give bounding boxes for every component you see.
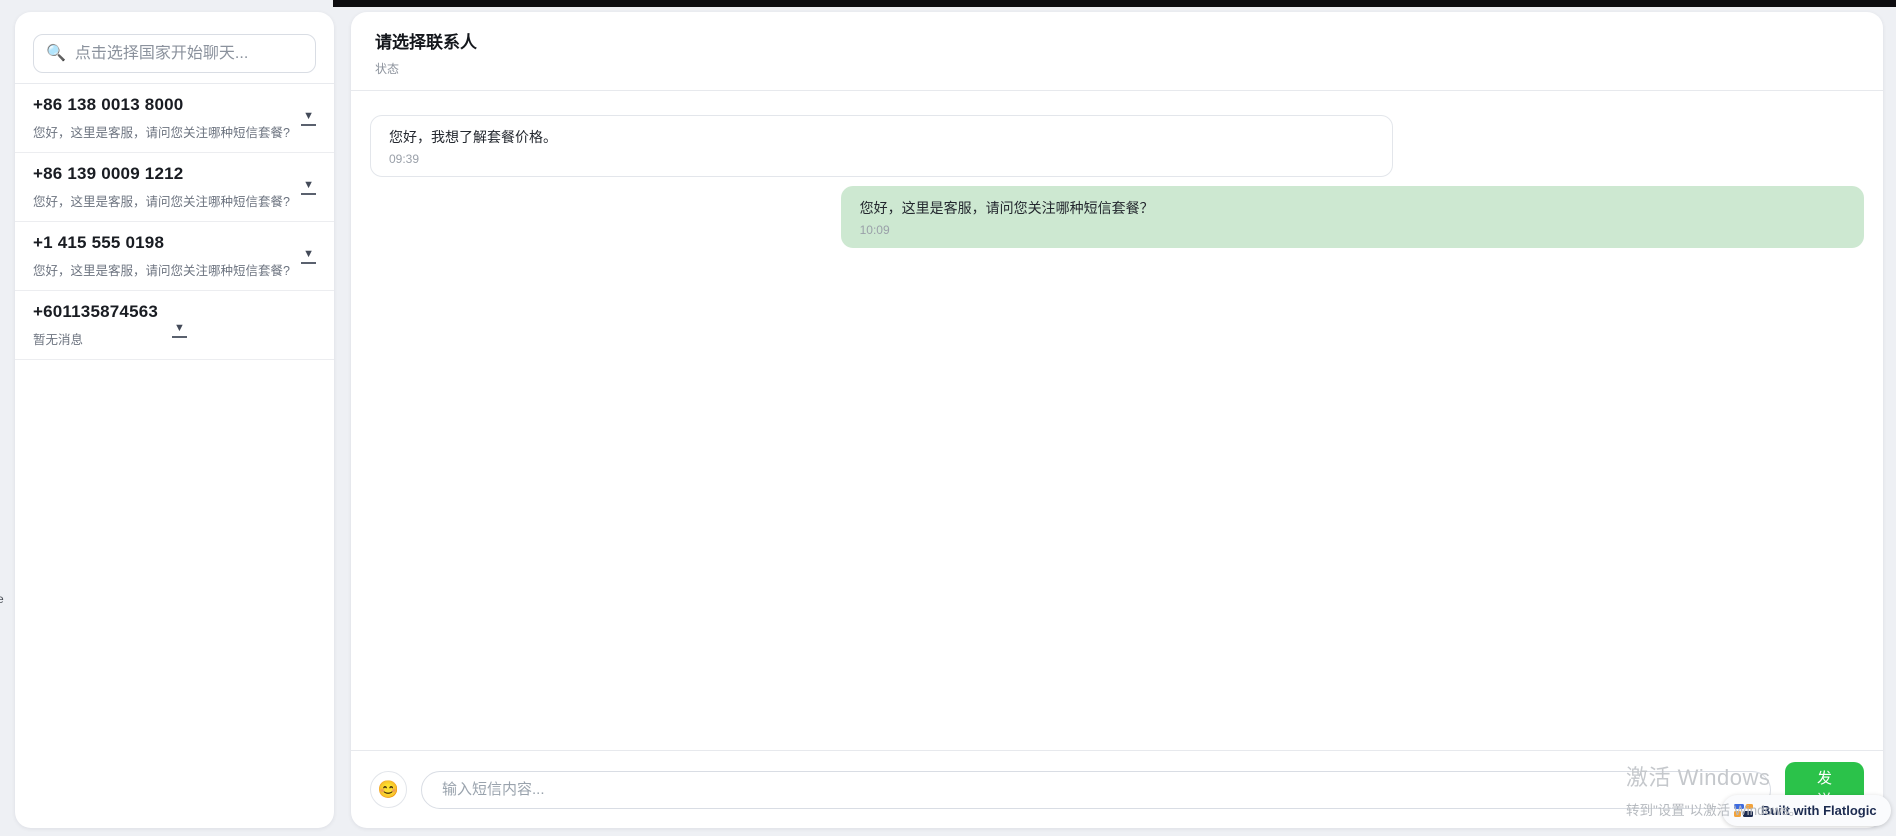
contact-row[interactable]: +86 138 0013 8000 您好，这里是客服，请问您关注哪种短信套餐? … [15,84,334,153]
contact-list: +86 138 0013 8000 您好，这里是客服，请问您关注哪种短信套餐? … [15,84,334,360]
chat-header: 请选择联系人 状态 [351,12,1883,91]
chat-title: 请选择联系人 [375,28,1859,53]
message-bubble: 您好，这里是客服，请问您关注哪种短信套餐？ 10:09 [841,186,1864,248]
contact-dropdown-icon[interactable]: ▼ [301,111,316,126]
contact-dropdown-icon[interactable]: ▼ [301,180,316,195]
smiley-icon: 😊 [378,780,399,800]
contact-dropdown-icon[interactable]: ▼ [301,249,316,264]
contact-info: +1 415 555 0198 您好，这里是客服，请问您关注哪种短信套餐? [33,233,290,279]
sms-message-input[interactable] [421,771,1771,809]
message-time: 10:09 [860,223,1845,237]
badge-label: Built with Flatlogic [1761,803,1877,818]
emoji-button[interactable]: 😊 [370,771,407,808]
contact-row[interactable]: +601135874563 暂无消息 ▼ [15,291,334,360]
contact-info: +601135874563 暂无消息 [33,302,158,348]
top-edge-strip [333,0,1896,7]
contact-info: +86 138 0013 8000 您好，这里是客服，请问您关注哪种短信套餐? [33,95,290,141]
message-text: 您好，我想了解套餐价格。 [389,127,1374,148]
contact-last-message: 暂无消息 [33,329,158,348]
contact-phone-number: +1 415 555 0198 [33,233,290,253]
edge-artifact-glyph: e [0,592,4,606]
message-time: 09:39 [389,152,1374,166]
message-list: 您好，我想了解套餐价格。 09:39 您好，这里是客服，请问您关注哪种短信套餐？… [351,91,1883,750]
message-composer: 😊 发送 [351,750,1883,828]
message-text: 您好，这里是客服，请问您关注哪种短信套餐？ [860,198,1845,219]
message-bubble: 您好，我想了解套餐价格。 09:39 [370,115,1393,177]
contact-last-message: 您好，这里是客服，请问您关注哪种短信套餐? [33,122,290,141]
contact-row[interactable]: +86 139 0009 1212 您好，这里是客服，请问您关注哪种短信套餐? … [15,153,334,222]
contact-phone-number: +601135874563 [33,302,158,322]
contact-row[interactable]: +1 415 555 0198 您好，这里是客服，请问您关注哪种短信套餐? ▼ [15,222,334,291]
contact-info: +86 139 0009 1212 您好，这里是客服，请问您关注哪种短信套餐? [33,164,290,210]
search-icon: 🔍 [46,46,66,62]
search-area: 🔍 [15,12,334,84]
country-search-input[interactable] [75,45,303,63]
contact-last-message: 您好，这里是客服，请问您关注哪种短信套餐? [33,191,290,210]
flatlogic-logo-icon [1734,804,1753,817]
built-with-flatlogic-badge[interactable]: Built with Flatlogic [1722,795,1891,826]
contact-last-message: 您好，这里是客服，请问您关注哪种短信套餐? [33,260,290,279]
country-search-box[interactable]: 🔍 [33,34,316,73]
contact-dropdown-icon[interactable]: ▼ [172,323,187,338]
contact-phone-number: +86 138 0013 8000 [33,95,290,115]
chat-status-label: 状态 [375,60,1859,77]
contacts-sidebar: 🔍 +86 138 0013 8000 您好，这里是客服，请问您关注哪种短信套餐… [15,12,334,828]
contact-phone-number: +86 139 0009 1212 [33,164,290,184]
chat-panel: 请选择联系人 状态 您好，我想了解套餐价格。 09:39 您好，这里是客服，请问… [351,12,1883,828]
